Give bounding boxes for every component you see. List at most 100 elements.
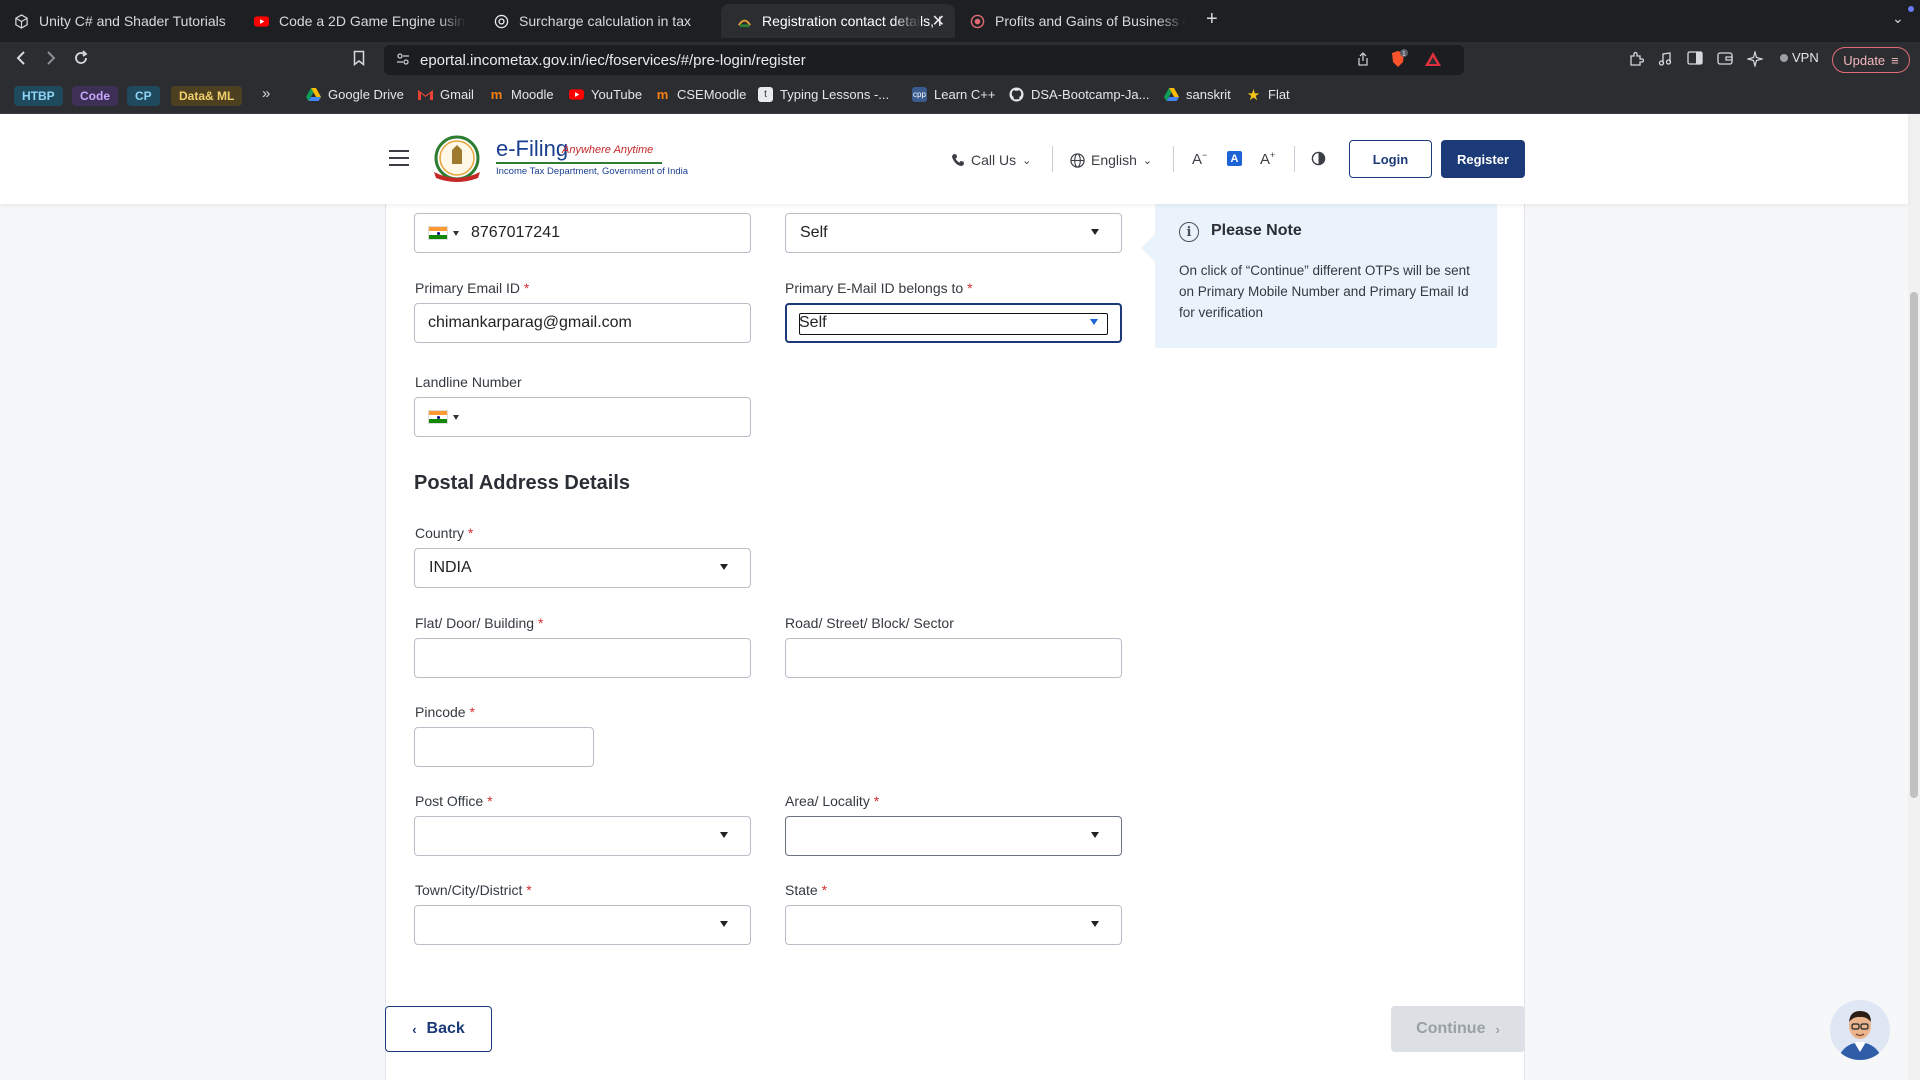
default-font-icon[interactable]: A — [1227, 151, 1242, 166]
url-text: eportal.incometax.gov.in/iec/foservices/… — [420, 52, 806, 69]
leo-ai-icon[interactable] — [1745, 49, 1765, 71]
chatbot-avatar-icon — [1830, 1000, 1890, 1060]
tab-list-chevron-icon[interactable]: ⌄ — [1892, 10, 1904, 27]
register-button[interactable]: Register — [1441, 140, 1525, 178]
browser-tab-youtube[interactable]: Code a 2D Game Engine using Ja — [254, 4, 466, 38]
bookmark-flat[interactable]: ★ Flat — [1246, 86, 1290, 104]
call-us-dropdown[interactable]: Call Us ⌄ — [951, 152, 1031, 168]
logo-divider — [496, 162, 662, 164]
vpn-button[interactable]: VPN — [1780, 50, 1819, 65]
country-select[interactable]: INDIA — [414, 548, 751, 588]
email-label: Primary Email ID * — [415, 280, 530, 296]
flat-door-building-field[interactable] — [414, 638, 751, 678]
country-code-caret-icon[interactable] — [453, 414, 459, 420]
logo-subtitle: Income Tax Department, Government of Ind… — [496, 166, 689, 177]
brave-rewards-icon[interactable] — [1424, 51, 1442, 70]
primary-mobile-field[interactable]: 8767017241 — [414, 213, 751, 253]
wallet-icon[interactable] — [1717, 51, 1733, 69]
dropdown-caret-icon — [720, 832, 728, 838]
drive-icon — [306, 87, 321, 102]
chatbot-avatar[interactable] — [1830, 1000, 1890, 1060]
dropdown-caret-icon — [720, 921, 728, 927]
reload-icon[interactable] — [73, 50, 89, 70]
hamburger-menu-icon[interactable] — [389, 150, 409, 166]
country-value: INDIA — [429, 559, 472, 576]
info-icon: i — [1179, 222, 1199, 242]
mobile-belongs-to-select[interactable]: Self — [785, 213, 1122, 253]
extensions-icon[interactable] — [1628, 51, 1645, 71]
bookmark-folder-htbp[interactable]: HTBP — [14, 86, 63, 106]
dropdown-caret-icon — [1091, 832, 1099, 838]
browser-tab-profits[interactable]: Profits and Gains of Business or P — [970, 4, 1186, 38]
bookmark-gmail[interactable]: Gmail — [418, 87, 474, 102]
address-bar[interactable]: eportal.incometax.gov.in/iec/foservices/… — [384, 45, 1464, 75]
login-button[interactable]: Login — [1349, 140, 1432, 178]
youtube-icon — [569, 87, 584, 102]
email-belongs-to-select[interactable]: Self — [785, 303, 1122, 343]
emblem-icon — [434, 135, 480, 182]
browser-update-button[interactable]: Update ≡ — [1832, 47, 1910, 73]
close-tab-icon[interactable]: ✕ — [932, 11, 945, 31]
notification-dot — [1908, 6, 1914, 12]
media-music-icon[interactable] — [1657, 51, 1673, 71]
brave-shields-icon[interactable]: 1 — [1388, 49, 1408, 72]
bookmark-sanskrit[interactable]: sanskrit — [1164, 87, 1231, 102]
bookmark-moodle[interactable]: m Moodle — [489, 87, 554, 102]
browser-tab-chatgpt[interactable]: Surcharge calculation in tax — [494, 4, 704, 38]
browser-tab-efiling-active[interactable]: Registration contact details, I ✕ — [721, 4, 955, 38]
back-arrow-icon[interactable] — [14, 50, 28, 70]
continue-button[interactable]: Continue › — [1391, 1006, 1525, 1052]
bookmark-csemoodle[interactable]: m CSEMoodle — [655, 87, 747, 102]
area-locality-label: Area/ Locality * — [785, 793, 880, 809]
bookmark-typing-lessons[interactable]: t Typing Lessons -... — [758, 87, 889, 102]
chevron-right-icon: › — [1495, 1021, 1500, 1037]
bookmark-youtube[interactable]: YouTube — [569, 87, 642, 102]
state-select[interactable] — [785, 905, 1122, 945]
forward-arrow-icon[interactable] — [44, 50, 58, 70]
back-button[interactable]: ‹ Back — [385, 1006, 492, 1052]
bookmark-google-drive[interactable]: Google Drive — [306, 87, 404, 102]
primary-email-field[interactable]: chimankarparag@gmail.com — [414, 303, 751, 343]
bookmark-learn-cpp[interactable]: cpp Learn C++ — [912, 87, 995, 102]
browser-tab-unity[interactable]: Unity C# and Shader Tutorials — [14, 4, 250, 38]
more-bookmarks-icon[interactable]: » — [262, 85, 270, 102]
share-icon[interactable] — [1356, 52, 1370, 70]
header-divider — [1294, 146, 1295, 172]
star-icon: ★ — [1246, 86, 1261, 104]
town-city-district-select[interactable] — [414, 905, 751, 945]
primary-mobile-value: 8767017241 — [471, 224, 560, 241]
language-dropdown[interactable]: English ⌄ — [1070, 152, 1152, 168]
pincode-field[interactable] — [414, 727, 594, 767]
site-settings-icon[interactable] — [396, 52, 410, 69]
efiling-logo[interactable]: e-Filing Anywhere Anytime Income Tax Dep… — [424, 132, 688, 184]
landline-number-field[interactable] — [414, 397, 751, 437]
contrast-toggle-icon[interactable] — [1311, 151, 1326, 171]
globe-icon — [1070, 152, 1085, 168]
post-office-select[interactable] — [414, 816, 751, 856]
country-code-caret-icon[interactable] — [453, 230, 459, 236]
cpp-icon: cpp — [912, 87, 927, 102]
language-label: English — [1091, 152, 1137, 168]
dropdown-caret-icon — [1090, 319, 1098, 325]
increase-font-icon[interactable]: A+ — [1260, 150, 1275, 168]
scrollbar-thumb[interactable] — [1910, 292, 1918, 798]
logo-title: e-Filing — [496, 136, 569, 161]
typing-icon: t — [758, 87, 773, 102]
tab-title: Unity C# and Shader Tutorials — [39, 13, 226, 29]
area-locality-select[interactable] — [785, 816, 1122, 856]
decrease-font-icon[interactable]: A− — [1192, 150, 1207, 168]
landline-label: Landline Number — [415, 374, 522, 390]
bookmark-label: Typing Lessons -... — [780, 87, 890, 102]
email-belongs-label: Primary E-Mail ID belongs to * — [785, 280, 973, 296]
bookmark-folder-code[interactable]: Code — [72, 86, 118, 106]
primary-email-value: chimankarparag@gmail.com — [428, 314, 632, 331]
bookmark-folder-cp[interactable]: CP — [127, 86, 160, 106]
road-street-field[interactable] — [785, 638, 1122, 678]
bookmark-dsa-bootcamp[interactable]: DSA-Bootcamp-Ja... — [1009, 87, 1150, 102]
page-scrollbar[interactable] — [1908, 114, 1920, 1080]
bookmark-folder-data-ml[interactable]: Data& ML — [171, 86, 243, 106]
sidebar-toggle-icon[interactable] — [1687, 51, 1703, 69]
youtube-icon — [254, 14, 269, 29]
bookmark-page-icon[interactable] — [353, 50, 365, 70]
new-tab-button[interactable]: + — [1206, 8, 1218, 31]
